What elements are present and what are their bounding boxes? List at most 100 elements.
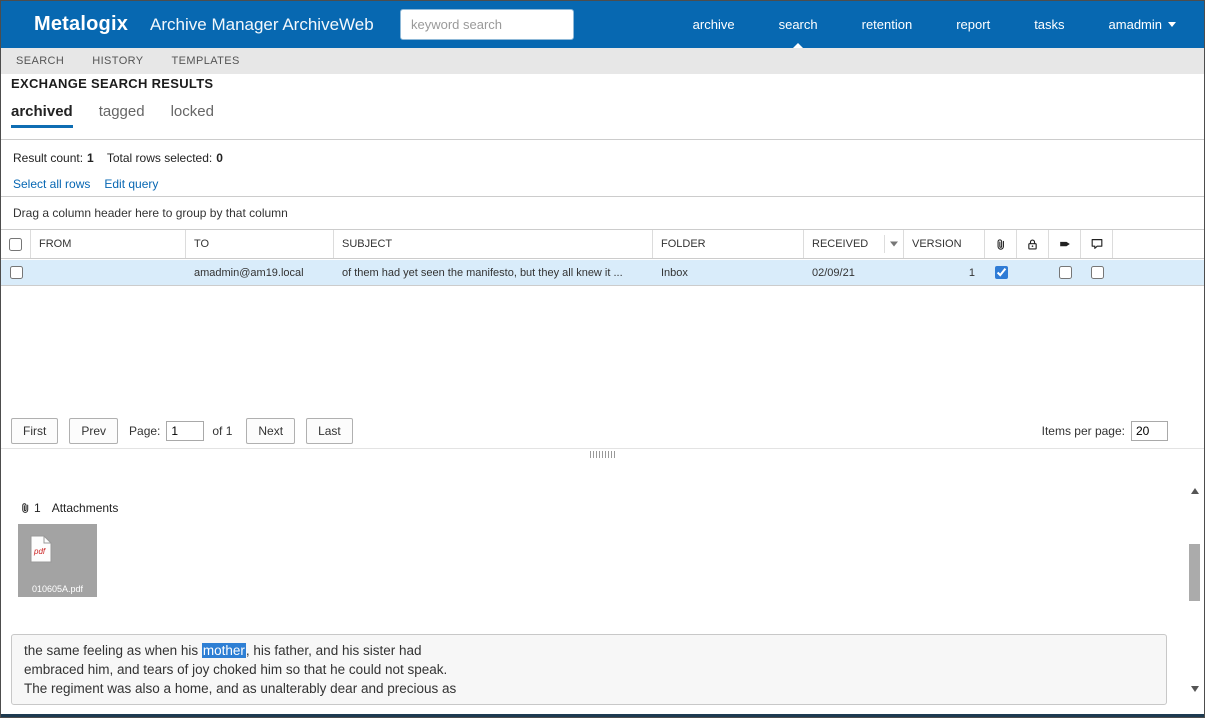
pane-divider <box>1 448 1204 449</box>
select-all-checkbox[interactable] <box>9 237 22 251</box>
group-by-hint: Drag a column header here to group by th… <box>13 206 288 220</box>
scroll-up-button[interactable] <box>1187 484 1202 498</box>
keyword-search-input[interactable] <box>400 9 574 40</box>
next-page-button[interactable]: Next <box>246 418 296 444</box>
result-count-value: 1 <box>87 151 94 165</box>
edit-query-link[interactable]: Edit query <box>104 177 158 191</box>
preview-line: the same feeling as when his mother, his… <box>24 641 1154 660</box>
tab-tagged[interactable]: tagged <box>99 103 145 128</box>
result-tabs: archived tagged locked <box>11 103 214 128</box>
scrollbar-thumb[interactable] <box>1189 544 1200 601</box>
rows-selected-value: 0 <box>216 151 223 165</box>
select-all-cell <box>1 230 31 258</box>
scroll-down-icon <box>1190 686 1199 692</box>
lock-icon <box>1028 238 1037 250</box>
comment-checkbox[interactable] <box>1090 266 1104 279</box>
row-select-cell <box>1 260 31 285</box>
row-spacer <box>1113 260 1204 285</box>
tag-checkbox[interactable] <box>1058 266 1072 279</box>
svg-text:pdf: pdf <box>33 547 46 556</box>
column-header-received[interactable]: RECEIVED <box>804 230 904 258</box>
page-number-input[interactable] <box>166 421 205 441</box>
nav-label: tasks <box>1034 17 1065 32</box>
row-attachment-cell <box>985 260 1017 285</box>
nav-label: report <box>956 17 991 32</box>
last-page-button[interactable]: Last <box>306 418 353 444</box>
attachment-thumbnail[interactable]: pdf 010605A.pdf <box>18 524 97 597</box>
nav-tasks[interactable]: tasks <box>1034 1 1064 48</box>
table-row[interactable]: amadmin@am19.local of them had yet seen … <box>1 260 1204 286</box>
column-header-comment[interactable] <box>1081 230 1113 258</box>
column-header-subject[interactable]: SUBJECT <box>334 230 653 258</box>
row-folder-cell: Inbox <box>661 266 688 279</box>
nav-user-menu[interactable]: amadmin <box>1109 1 1176 48</box>
scroll-down-button[interactable] <box>1187 682 1202 696</box>
tab-locked[interactable]: locked <box>171 103 214 128</box>
prev-page-button[interactable]: Prev <box>69 418 119 444</box>
tab-archived[interactable]: archived <box>11 103 73 128</box>
column-header-label: RECEIVED <box>812 238 869 250</box>
nav-search[interactable]: search <box>779 1 818 48</box>
select-all-rows-link[interactable]: Select all rows <box>13 177 90 191</box>
result-count-label: Result count: <box>13 151 84 165</box>
nav-label: retention <box>861 17 913 32</box>
metalogix-logo: Metalogix <box>34 13 129 35</box>
row-lock-cell <box>1017 260 1049 285</box>
pdf-file-icon: pdf <box>30 535 52 563</box>
items-per-page-label: Items per page: <box>1041 424 1125 438</box>
page-of-label: of 1 <box>212 424 233 438</box>
column-header-folder[interactable]: FOLDER <box>653 230 804 258</box>
app-title: Archive Manager ArchiveWeb <box>150 14 374 34</box>
comment-icon <box>1091 239 1102 249</box>
rows-selected-label: Total rows selected: <box>106 151 213 165</box>
attachment-checkbox[interactable] <box>994 266 1008 279</box>
action-links: Select all rows Edit query <box>13 177 158 191</box>
column-header-attachment[interactable] <box>985 230 1017 258</box>
nav-retention[interactable]: retention <box>862 1 913 48</box>
paperclip-icon <box>997 238 1004 250</box>
caret-down-icon <box>1168 22 1176 27</box>
message-preview: the same feeling as when his mother, his… <box>11 634 1167 705</box>
filter-dropdown-icon[interactable] <box>890 241 898 247</box>
attachments-header: 1 Attachments <box>19 501 118 515</box>
scroll-up-icon <box>1190 488 1199 494</box>
search-hit-highlight: mother <box>201 643 246 658</box>
vertical-scrollbar[interactable] <box>1187 484 1202 696</box>
row-select-checkbox[interactable] <box>9 266 23 279</box>
column-header-spacer <box>1113 230 1204 258</box>
first-page-button[interactable]: First <box>11 418 59 444</box>
preview-line: The regiment was also a home, and as una… <box>24 681 457 696</box>
preview-line: embraced him, and tears of joy choked hi… <box>24 662 448 677</box>
attachment-filename: 010605A.pdf <box>31 584 84 594</box>
row-version-cell: 1 <box>968 266 975 279</box>
row-tag-cell <box>1049 260 1081 285</box>
subnav-search[interactable]: SEARCH <box>16 55 64 67</box>
nav-report[interactable]: report <box>956 1 990 48</box>
subnav-history[interactable]: HISTORY <box>92 55 143 67</box>
column-header-tag[interactable] <box>1049 230 1081 258</box>
splitter-grip[interactable] <box>589 451 616 458</box>
subnav-templates[interactable]: TEMPLATES <box>172 55 240 67</box>
nav-label: archive <box>692 17 735 32</box>
attachments-label: Attachments <box>51 501 119 515</box>
row-from-cell <box>31 260 186 285</box>
page-label: Page: <box>129 424 161 438</box>
attachments-count: 1 <box>34 501 41 515</box>
top-bar: Metalogix Archive Manager ArchiveWeb arc… <box>1 1 1204 48</box>
window-bottom-border <box>1 714 1204 717</box>
nav-archive[interactable]: archive <box>693 1 735 48</box>
column-header-to[interactable]: TO <box>186 230 334 258</box>
column-header-version[interactable]: VERSION <box>904 230 985 258</box>
column-header-lock[interactable] <box>1017 230 1049 258</box>
nav-label: search <box>778 17 818 32</box>
items-per-page: Items per page: <box>1042 421 1168 441</box>
row-comment-cell <box>1081 260 1113 285</box>
column-header-from[interactable]: FROM <box>31 230 186 258</box>
top-nav: archive search retention report tasks am… <box>693 1 1176 48</box>
row-subject-cell: of them had yet seen the manifesto, but … <box>342 266 623 279</box>
items-per-page-input[interactable] <box>1131 421 1168 441</box>
page-title: EXCHANGE SEARCH RESULTS <box>11 76 214 91</box>
pagination-bar: First Prev Page: of 1 Next Last Items pe… <box>1 414 1204 448</box>
archiveweb-window: Metalogix Archive Manager ArchiveWeb arc… <box>0 0 1205 718</box>
row-to-cell: amadmin@am19.local <box>194 266 304 279</box>
